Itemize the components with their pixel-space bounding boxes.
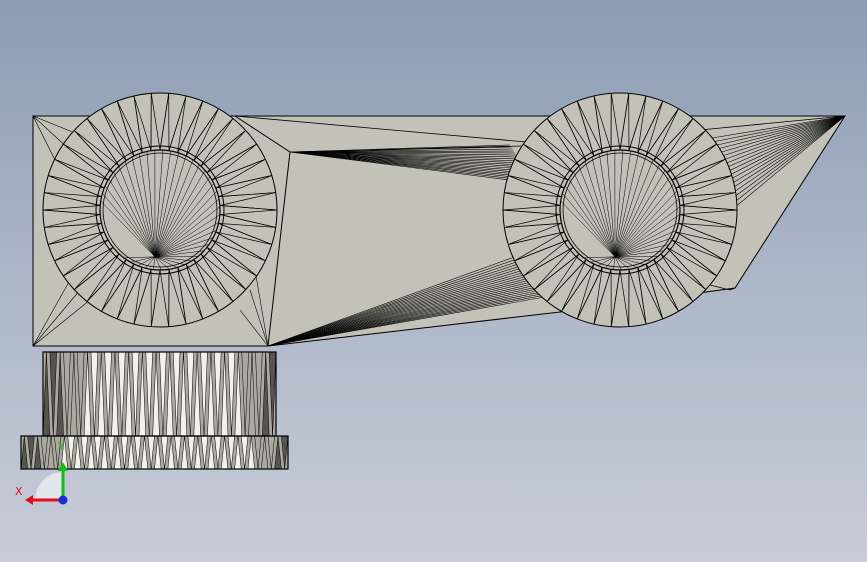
right-circular-boss: [502, 92, 738, 328]
y-axis-label: Y: [58, 440, 65, 453]
z-axis-dot: [58, 495, 68, 505]
3d-viewport[interactable]: X Y: [0, 0, 867, 562]
x-axis-arrowhead: [25, 495, 33, 505]
view-plane-icon: [35, 472, 63, 500]
left-circular-boss: [42, 92, 278, 328]
x-axis-label: X: [15, 485, 23, 498]
mesh-model[interactable]: [0, 0, 867, 562]
